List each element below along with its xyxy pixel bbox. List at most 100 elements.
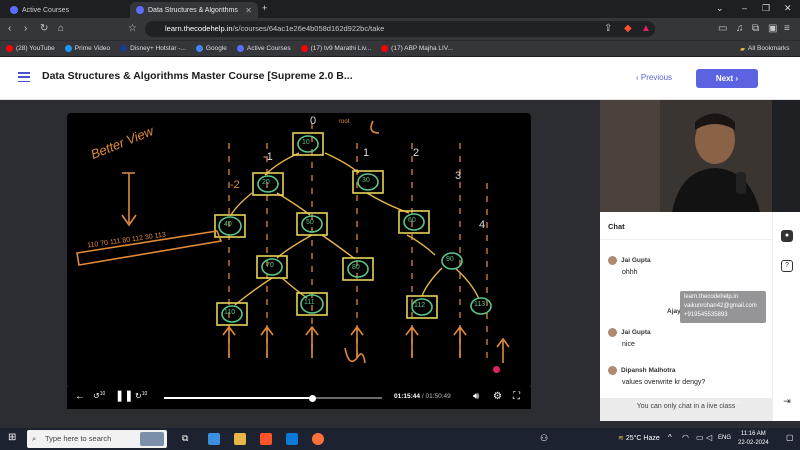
time-display: 01:15:44 / 01:50:49 (394, 393, 451, 400)
course-title: Data Structures & Algorithms Master Cour… (42, 70, 353, 82)
back-arrow-icon[interactable]: ← (75, 391, 85, 402)
youtube-icon (300, 45, 308, 52)
system-tray-chevron-icon[interactable]: ^ (668, 433, 680, 445)
airplane-highlight-icon[interactable] (140, 432, 164, 446)
player-controls: ← ↺10 ❚❚ ↻10 01:15:44 / 01:50:49 🔊︎ ⚙ ⛶ (67, 387, 531, 409)
address-toolbar: ‹ › ↻ ⌂ ☆ learn.thecodehelp.in/s/courses… (0, 18, 800, 40)
url-path: /s/courses/64ac1e26e4b058d162d922bc/take (232, 24, 385, 33)
tab-dsa-course[interactable]: Data Structures & Algorithms ✕ (130, 2, 258, 18)
bookmark-active-courses[interactable]: Active Courses (236, 45, 291, 52)
vscode-icon[interactable] (286, 433, 298, 445)
minimize-icon[interactable]: – (742, 3, 747, 13)
task-view-icon[interactable]: ⧉ (182, 433, 194, 445)
next-button[interactable]: Next › (696, 69, 758, 88)
bookmark-prime-video[interactable]: Prime Video (64, 45, 110, 52)
reload-icon[interactable]: ↻ (40, 23, 48, 34)
people-icon[interactable]: ⚇ (540, 433, 552, 445)
chat-header: Chat (600, 212, 772, 240)
language-indicator[interactable]: ENG (718, 435, 731, 441)
chat-text: values overwrite kr dengy? (622, 379, 706, 386)
site-favicon-icon (10, 6, 18, 14)
bookmark-star-icon[interactable]: ☆ (128, 23, 137, 34)
instructor-webcam (600, 100, 772, 212)
chat-bubble-icon[interactable]: ● (781, 230, 793, 242)
board-level-label: 3 (455, 170, 462, 182)
video-section: Better View 110 70 111 80 112 30 113 roo… (0, 100, 600, 421)
windows-taskbar: ⊞ ⌕ Type here to search ⧉ ⚇ ≋ 25°C Haze … (0, 428, 800, 450)
extensions-icon[interactable]: ⧉ (752, 23, 759, 34)
sidebar-icon[interactable]: ▭ (718, 23, 727, 34)
tab-active-courses[interactable]: Active Courses (4, 2, 126, 18)
close-tab-icon[interactable]: ✕ (245, 6, 252, 15)
bookmarks-bar: (28) YouTube Prime Video Disney+ Hotstar… (0, 40, 800, 56)
firefox-icon[interactable] (312, 433, 324, 445)
page-bottom-strip (0, 421, 800, 428)
menu-icon[interactable]: ≡ (784, 23, 790, 34)
wallet-icon[interactable]: ▣ (768, 23, 777, 34)
brave-rewards-icon[interactable]: ▲ (641, 23, 651, 34)
tree-node: 50 (306, 219, 314, 226)
bookmark-google[interactable]: Google (195, 45, 227, 52)
board-level-label: 2 (413, 147, 420, 159)
fullscreen-icon[interactable]: ⛶ (513, 391, 520, 402)
all-bookmarks[interactable]: ▰ All Bookmarks (740, 45, 790, 53)
avatar (608, 366, 617, 375)
weather-widget[interactable]: ≋ 25°C Haze (618, 434, 660, 442)
exit-icon[interactable]: ⇥ (781, 396, 793, 408)
board-level-label: 1 (363, 147, 370, 159)
tab-label: Active Courses (22, 6, 70, 14)
site-favicon-icon (136, 6, 144, 14)
new-tab-icon[interactable]: + (262, 3, 267, 13)
progress-bar[interactable] (164, 394, 382, 402)
brave-browser-icon[interactable] (260, 433, 272, 445)
wifi-icon[interactable]: ◠ (682, 433, 694, 445)
previous-button[interactable]: ‹ Previous (636, 69, 672, 87)
tree-node: 30 (362, 177, 370, 184)
system-clock[interactable]: 11:16 AM 22-02-2024 (738, 430, 769, 448)
rewind-10-icon[interactable]: ↺10 (93, 391, 105, 401)
codehelp-icon (236, 45, 244, 52)
tree-node: 113 (474, 301, 486, 308)
hamburger-menu-icon[interactable] (18, 72, 30, 83)
tab-label: Data Structures & Algorithms (148, 6, 238, 14)
bookmark-tv9[interactable]: (17) tv9 Marathi Liv... (300, 45, 371, 52)
google-icon (195, 45, 203, 52)
pause-icon[interactable]: ❚❚ (115, 389, 133, 402)
app-icon[interactable] (208, 433, 220, 445)
maximize-icon[interactable]: ❐ (762, 3, 770, 14)
tab-search-icon[interactable]: ⌄ (716, 3, 724, 14)
video-player[interactable]: Better View 110 70 111 80 112 30 113 roo… (67, 113, 531, 388)
notification-icon[interactable]: ▢ (786, 433, 798, 445)
bookmark-youtube[interactable]: (28) YouTube (6, 45, 55, 52)
browser-tab-strip: Active Courses Data Structures & Algorit… (0, 0, 800, 18)
total-duration: / 01:50:49 (421, 393, 451, 400)
file-explorer-icon[interactable] (234, 433, 246, 445)
activate-windows-subtitle: Go to Settings to activate Windows. (647, 400, 742, 406)
speaker-icon[interactable]: ◁ (706, 433, 718, 445)
search-icon: ⌕ (32, 434, 37, 443)
settings-gear-icon[interactable]: ⚙ (493, 391, 502, 402)
question-icon[interactable]: ? (781, 260, 793, 272)
forward-10-icon[interactable]: ↻10 (135, 391, 147, 401)
volume-icon[interactable]: 🔊︎ (473, 391, 479, 402)
media-icon[interactable]: ♫ (736, 23, 744, 34)
bookmark-hotstar[interactable]: Disney+ Hotstar -... (120, 45, 186, 52)
tree-node: 80 (352, 264, 360, 271)
board-root-label: root (339, 119, 350, 125)
bookmark-abp[interactable]: (17) ABP Majha LIV... (381, 45, 453, 52)
url-field[interactable]: learn.thecodehelp.in/s/courses/64ac1e26e… (145, 21, 655, 37)
forward-icon[interactable]: › (24, 23, 27, 34)
windows-start-icon[interactable]: ⊞ (8, 432, 20, 444)
home-icon[interactable]: ⌂ (58, 23, 64, 34)
back-icon[interactable]: ‹ (8, 23, 11, 34)
side-rail: ● ? ⇥ (772, 212, 800, 421)
progress-handle[interactable] (309, 394, 317, 402)
chat-author: Jai Gupta (621, 329, 651, 336)
close-window-icon[interactable]: ✕ (784, 3, 792, 14)
share-icon[interactable]: ⇪ (604, 23, 612, 34)
avatar (608, 256, 617, 265)
tree-node: 60 (408, 217, 416, 224)
brave-shield-icon[interactable]: ◆ (624, 23, 632, 34)
elapsed-time: 01:15:44 (394, 393, 421, 400)
chat-author: Ajay (667, 308, 681, 315)
